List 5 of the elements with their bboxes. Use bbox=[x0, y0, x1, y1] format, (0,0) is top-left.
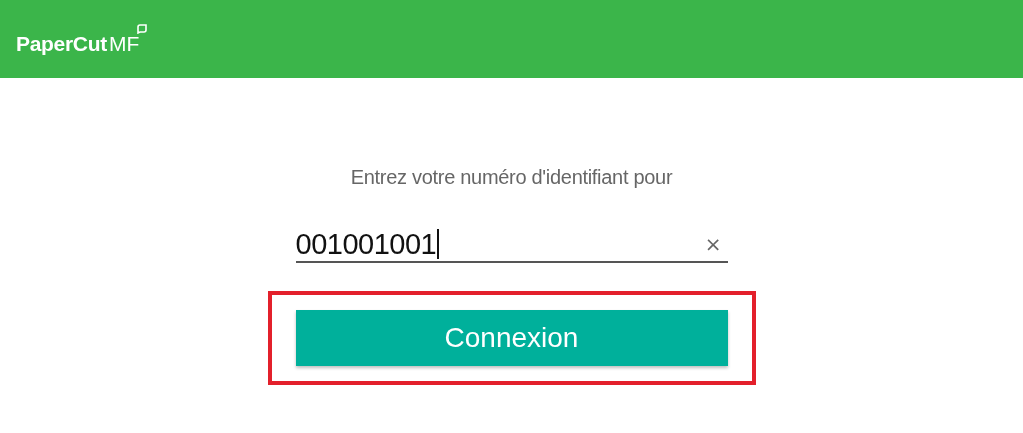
prompt-text: Entrez votre numéro d'identifiant pour bbox=[350, 166, 673, 189]
clear-button[interactable]: × bbox=[704, 232, 728, 256]
logo-suffix: MF bbox=[108, 32, 140, 56]
logo-text: PaperCut bbox=[16, 32, 107, 56]
id-input-field[interactable]: 001001001 × bbox=[295, 227, 728, 263]
